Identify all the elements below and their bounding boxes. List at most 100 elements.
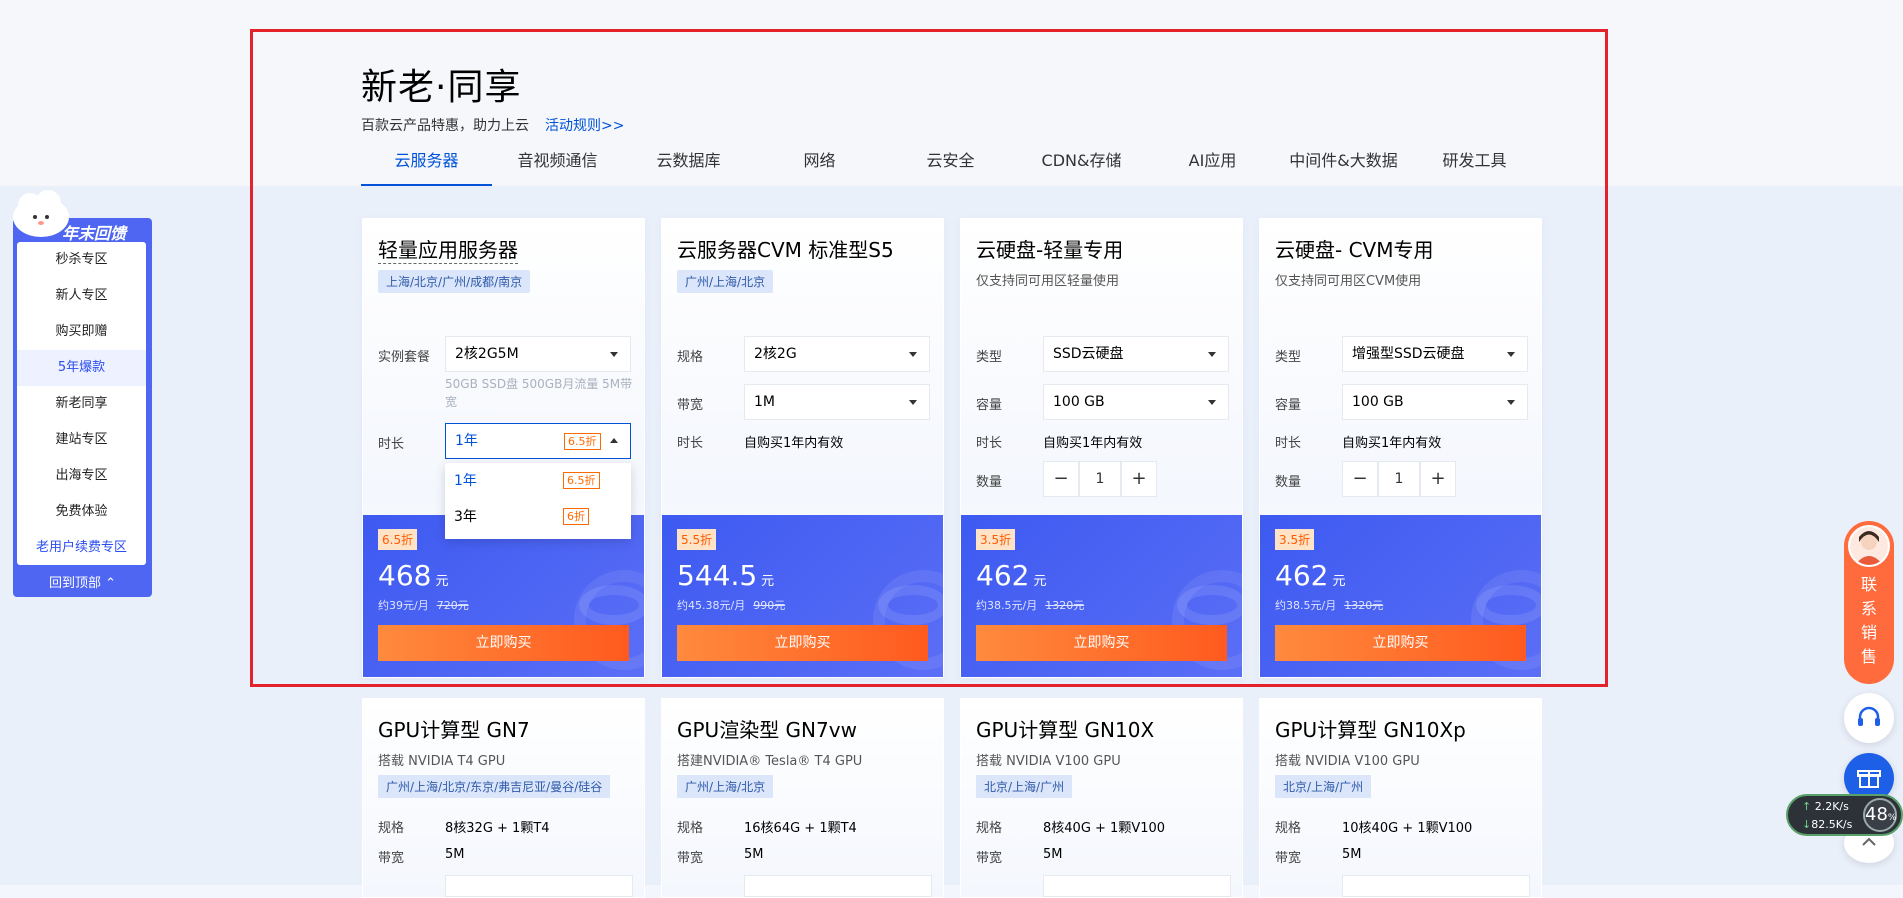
- tab-middleware-bigdata[interactable]: 中间件&大数据: [1278, 148, 1409, 186]
- region-tag: 北京/上海/广州: [976, 775, 1073, 798]
- product-card-gpu-gn7vw: GPU渲染型 GN7vw 搭建NVIDIA® Tesla® T4 GPU 广州/…: [661, 698, 944, 898]
- card-title: GPU计算型 GN10Xp: [1275, 718, 1466, 742]
- tab-security[interactable]: 云安全: [885, 148, 1016, 186]
- duration-option-1y[interactable]: 1年 6.5折: [445, 463, 631, 499]
- bandwidth-value: 5M: [445, 847, 465, 862]
- download-speed: ↓82.5K/s: [1802, 818, 1853, 831]
- side-nav-title: 年末回馈: [62, 224, 127, 243]
- product-card-gpu-gn7: GPU计算型 GN7 搭载 NVIDIA T4 GPU 广州/上海/北京/东京/…: [362, 698, 645, 898]
- plus-icon[interactable]: +: [1420, 461, 1456, 497]
- quantity-stepper: − 1 +: [1043, 461, 1157, 497]
- side-item-buy-gift[interactable]: 购买即赠: [17, 314, 146, 350]
- tab-dev-tools[interactable]: 研发工具: [1409, 148, 1540, 186]
- quantity-value[interactable]: 1: [1079, 461, 1121, 497]
- customer-service-button[interactable]: [1844, 693, 1894, 743]
- product-card-gpu-gn10xp: GPU计算型 GN10Xp 搭载 NVIDIA V100 GPU 北京/上海/广…: [1259, 698, 1542, 898]
- spec-select[interactable]: 2核2G: [744, 336, 930, 372]
- duration-option-3y[interactable]: 3年 6折: [445, 499, 631, 535]
- bandwidth-select[interactable]: 1M: [744, 384, 930, 420]
- duration-value: 自购买1年内有效: [1043, 436, 1143, 451]
- chevron-up-icon: [610, 438, 618, 443]
- buy-now-button[interactable]: 立即购买: [677, 625, 928, 661]
- decorative-disc-icon: [579, 585, 644, 625]
- capacity-select[interactable]: 100 GB: [1043, 384, 1229, 420]
- original-price: 720元: [436, 599, 469, 612]
- buy-now-button[interactable]: 立即购买: [976, 625, 1227, 661]
- duration-value: 自购买1年内有效: [1342, 436, 1442, 451]
- buy-now-button[interactable]: 立即购买: [378, 625, 629, 661]
- side-item-free-trial[interactable]: 免费体验: [17, 494, 146, 530]
- category-tabs: 云服务器 音视频通信 云数据库 网络 云安全 CDN&存储 AI应用 中间件&大…: [361, 148, 1540, 186]
- capacity-select[interactable]: 100 GB: [1342, 384, 1528, 420]
- discount-badge: 3.5折: [1275, 529, 1315, 550]
- price-unit: 元: [1033, 574, 1047, 589]
- chevron-down-icon: [909, 352, 917, 357]
- contact-sales-button[interactable]: 联系销售: [1844, 521, 1894, 684]
- card-desc: 搭载 NVIDIA T4 GPU: [378, 754, 506, 769]
- type-select[interactable]: 增强型SSD云硬盘: [1342, 336, 1528, 372]
- side-item-overseas[interactable]: 出海专区: [17, 458, 146, 494]
- tab-cdn-storage[interactable]: CDN&存储: [1016, 148, 1147, 186]
- quantity-label: 数量: [976, 475, 1003, 490]
- price-area: 5.5折 544.5 元 约45.38元/月 990元 立即购买: [662, 515, 943, 677]
- option-select[interactable]: [1043, 875, 1231, 897]
- price: 462 元: [1275, 559, 1345, 592]
- duration-select[interactable]: 1年 6.5折: [445, 423, 631, 459]
- tab-database[interactable]: 云数据库: [623, 148, 754, 186]
- side-item-flash-sale[interactable]: 秒杀专区: [17, 242, 146, 278]
- type-select[interactable]: SSD云硬盘: [1043, 336, 1229, 372]
- spec-value: 8核40G + 1颗V100: [1043, 821, 1166, 836]
- tab-cloud-server[interactable]: 云服务器: [361, 148, 492, 186]
- option-discount: 6.5折: [563, 472, 600, 489]
- type-label: 类型: [1275, 350, 1302, 365]
- price: 462 元: [976, 559, 1046, 592]
- minus-icon[interactable]: −: [1043, 461, 1079, 497]
- capacity-select-value: 100 GB: [1053, 394, 1105, 410]
- spec-value: 10核40G + 1颗V100: [1342, 821, 1473, 836]
- tab-ai[interactable]: AI应用: [1147, 148, 1278, 186]
- spec-select-value: 2核2G: [754, 346, 797, 362]
- capacity-select-value: 100 GB: [1352, 394, 1404, 410]
- chevron-down-icon: [1208, 400, 1216, 405]
- side-item-new-user[interactable]: 新人专区: [17, 278, 146, 314]
- plus-icon[interactable]: +: [1121, 461, 1157, 497]
- back-to-top-button[interactable]: 回到顶部 ⌃: [13, 572, 152, 597]
- quantity-label: 数量: [1275, 475, 1302, 490]
- plan-select[interactable]: 2核2G5M: [445, 336, 631, 372]
- discount-badge: 5.5折: [677, 529, 717, 550]
- tab-av-communication[interactable]: 音视频通信: [492, 148, 623, 186]
- card-title: 云硬盘- CVM专用: [1275, 238, 1434, 262]
- price: 544.5 元: [677, 559, 774, 592]
- card-title: 云硬盘-轻量专用: [976, 238, 1124, 262]
- quantity-value[interactable]: 1: [1378, 461, 1420, 497]
- spec-value: 8核32G + 1颗T4: [445, 821, 550, 836]
- option-label: 1年: [454, 473, 477, 489]
- bandwidth-select-value: 1M: [754, 394, 775, 410]
- card-title: 轻量应用服务器: [378, 234, 518, 264]
- option-label: 3年: [454, 509, 477, 525]
- discount-badge: 6.5折: [378, 529, 418, 550]
- card-desc: 搭载 NVIDIA V100 GPU: [976, 754, 1121, 769]
- card-title: GPU计算型 GN7: [378, 718, 530, 742]
- minus-icon[interactable]: −: [1342, 461, 1378, 497]
- spec-value: 16核64G + 1颗T4: [744, 821, 857, 836]
- tab-network[interactable]: 网络: [754, 148, 885, 186]
- headset-icon: [1858, 706, 1880, 726]
- bandwidth-label: 带宽: [677, 851, 704, 866]
- option-select[interactable]: [1342, 875, 1530, 897]
- side-item-5year[interactable]: 5年爆款: [17, 350, 146, 386]
- side-item-shared[interactable]: 新老同享: [17, 386, 146, 422]
- monthly-price: 约39元/月 720元: [378, 597, 469, 613]
- card-desc: 仅支持同可用区CVM使用: [1275, 274, 1422, 289]
- option-select[interactable]: [744, 875, 932, 897]
- side-item-website[interactable]: 建站专区: [17, 422, 146, 458]
- network-speed-widget: ↑ 2.2K/s ↓82.5K/s 48%: [1786, 794, 1903, 836]
- capacity-label: 容量: [976, 398, 1003, 413]
- side-item-renewal[interactable]: 老用户续费专区: [17, 530, 146, 566]
- plan-select-value: 2核2G5M: [455, 346, 519, 362]
- buy-now-button[interactable]: 立即购买: [1275, 625, 1526, 661]
- activity-rules-link[interactable]: 活动规则>>: [545, 115, 624, 135]
- side-nav-list: 秒杀专区 新人专区 购买即赠 5年爆款 新老同享 建站专区 出海专区 免费体验 …: [17, 242, 146, 565]
- product-card-disk-cvm: 云硬盘- CVM专用 仅支持同可用区CVM使用 类型 增强型SSD云硬盘 容量 …: [1259, 218, 1542, 678]
- option-select[interactable]: [445, 875, 633, 897]
